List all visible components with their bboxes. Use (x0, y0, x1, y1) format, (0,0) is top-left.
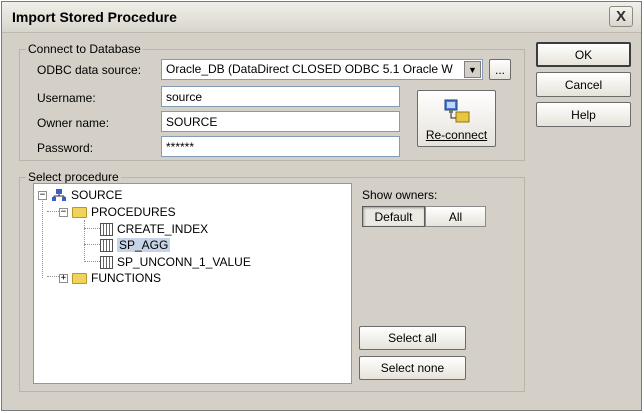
select-all-button[interactable]: Select all (359, 326, 466, 350)
table-icon (100, 238, 113, 252)
tree-line (42, 198, 43, 278)
tree-label: CREATE_INDEX (117, 222, 209, 236)
folder-icon (72, 272, 87, 284)
password-field[interactable] (161, 136, 400, 157)
dropdown-arrow-icon[interactable]: ▼ (464, 61, 481, 78)
tree-node-sp-agg[interactable]: SP_AGG (100, 237, 171, 253)
tree-line (84, 220, 85, 262)
odbc-source-label: ODBC data source: (37, 63, 142, 77)
cancel-button[interactable]: Cancel (536, 72, 631, 97)
username-field[interactable] (161, 86, 400, 107)
tree-label: PROCEDURES (91, 205, 176, 219)
tree-label-selected: SP_AGG (117, 238, 171, 252)
owner-name-field[interactable] (161, 111, 400, 132)
collapse-toggle[interactable]: − (38, 190, 47, 200)
select-procedure-legend: Select procedure (28, 170, 119, 184)
tree-label: FUNCTIONS (91, 271, 161, 285)
help-button[interactable]: Help (536, 102, 631, 127)
expand-toggle[interactable]: + (59, 273, 68, 283)
reconnect-button[interactable]: Re-connect (417, 90, 496, 147)
table-icon (100, 222, 113, 236)
connect-group-legend: Connect to Database (28, 42, 141, 56)
tree-line (47, 211, 59, 212)
procedure-tree[interactable]: − SOURCE − PROCEDURES CREATE_INDEX SP_AG… (33, 183, 352, 384)
ok-button[interactable]: OK (536, 42, 631, 67)
reconnect-icon (444, 99, 469, 123)
collapse-toggle[interactable]: − (59, 207, 68, 217)
select-none-button[interactable]: Select none (359, 356, 466, 380)
folder-icon (72, 206, 87, 218)
title-bar[interactable]: Import Stored Procedure X (2, 2, 641, 33)
close-button[interactable]: X (609, 6, 633, 27)
import-stored-procedure-dialog: Import Stored Procedure X Connect to Dat… (1, 1, 642, 411)
tree-node-sp-unconn[interactable]: SP_UNCONN_1_VALUE (100, 254, 251, 270)
owner-name-label: Owner name: (37, 116, 110, 130)
password-label: Password: (37, 141, 94, 155)
show-owners-all-toggle[interactable]: All (425, 206, 486, 227)
table-icon (100, 255, 113, 269)
username-label: Username: (37, 91, 96, 105)
tree-node-source[interactable]: − SOURCE (38, 187, 122, 203)
odbc-source-select[interactable]: Oracle_DB (DataDirect CLOSED ODBC 5.1 Or… (161, 59, 483, 80)
tree-node-procedures[interactable]: − PROCEDURES (59, 204, 176, 220)
tree-line (84, 261, 100, 262)
tree-node-create-index[interactable]: CREATE_INDEX (100, 221, 208, 237)
browse-button[interactable]: ... (489, 59, 511, 80)
reconnect-label: Re-connect (425, 128, 488, 142)
database-server-icon (52, 188, 66, 201)
show-owners-default-toggle[interactable]: Default (362, 206, 425, 227)
show-owners-label: Show owners: (362, 188, 438, 202)
tree-label: SP_UNCONN_1_VALUE (117, 255, 251, 269)
tree-line (84, 228, 100, 229)
tree-line (84, 244, 100, 245)
odbc-source-value: Oracle_DB (DataDirect CLOSED ODBC 5.1 Or… (162, 60, 462, 79)
close-icon: X (615, 8, 626, 25)
tree-label: SOURCE (71, 188, 123, 202)
tree-node-functions[interactable]: + FUNCTIONS (59, 270, 161, 286)
tree-line (47, 276, 59, 277)
dialog-title: Import Stored Procedure (12, 9, 177, 25)
